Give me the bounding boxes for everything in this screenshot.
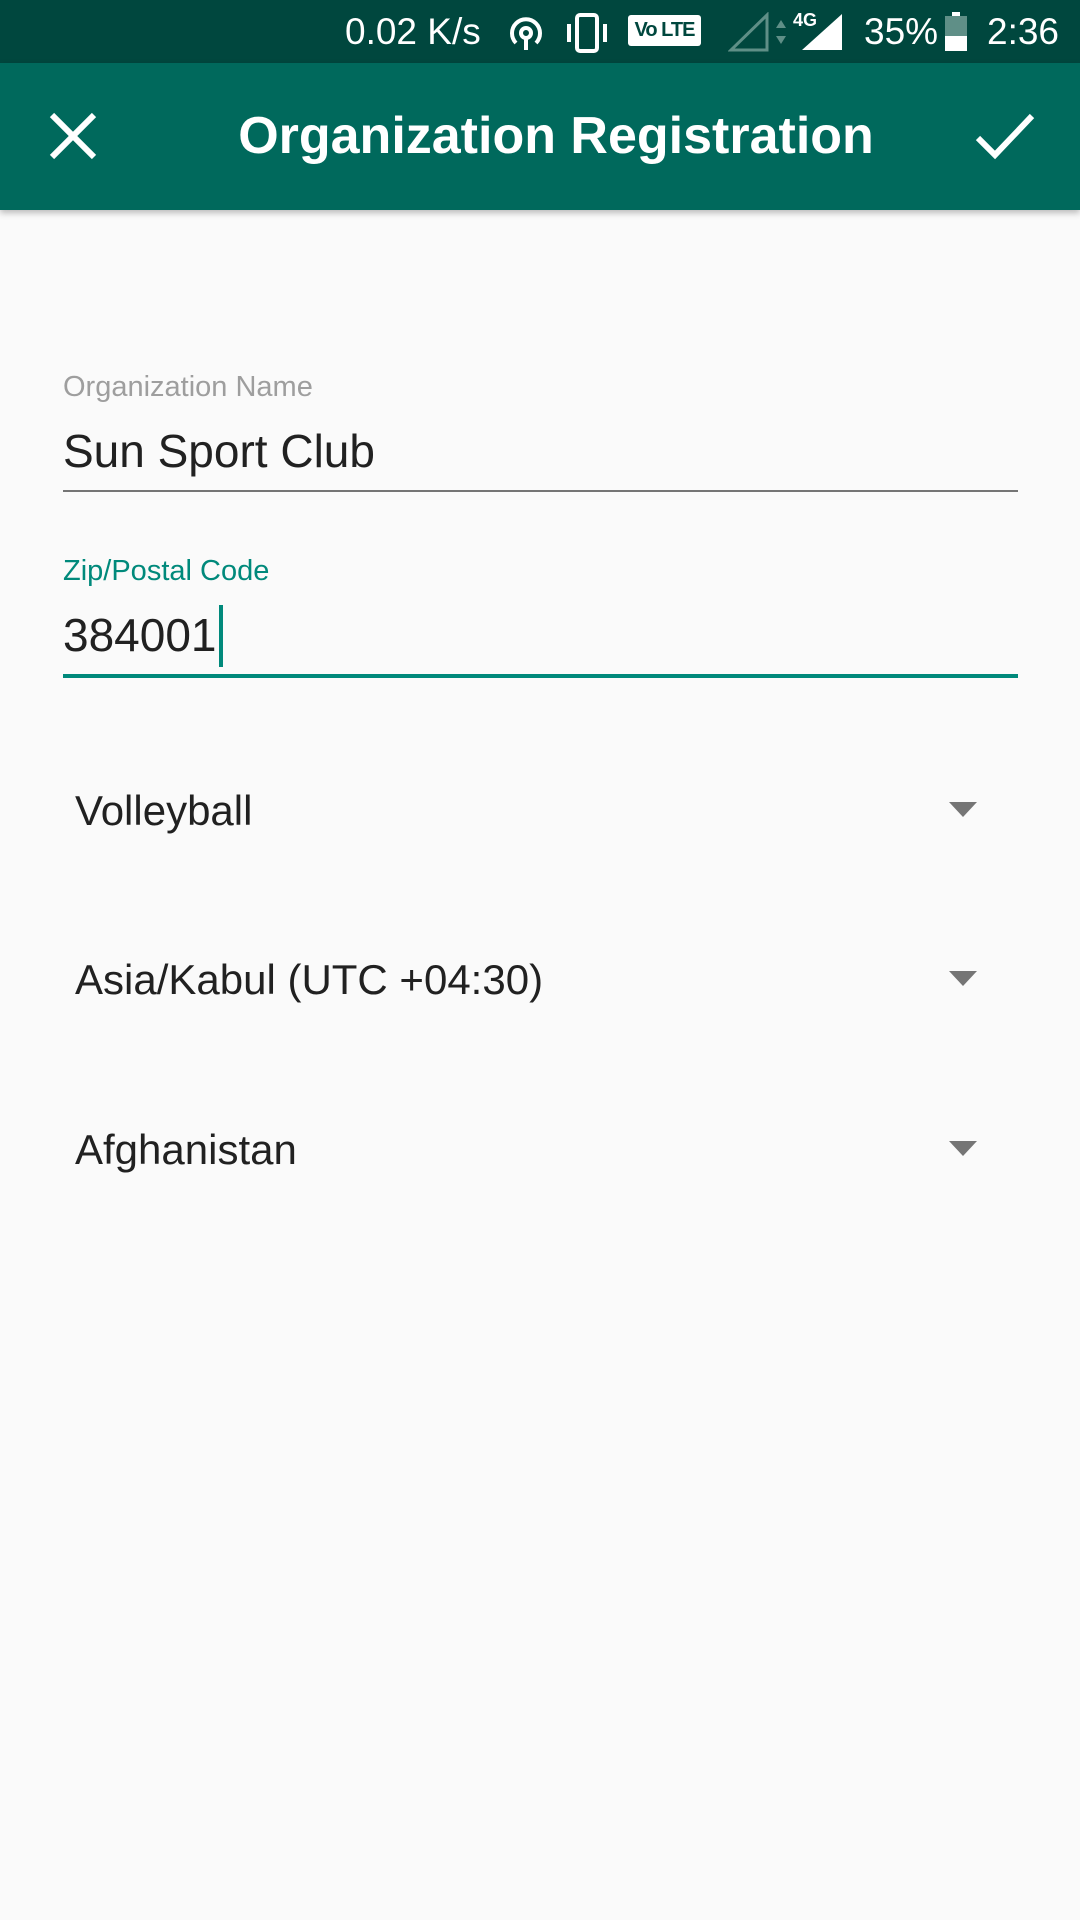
- country-dropdown[interactable]: Afghanistan: [63, 1095, 1018, 1205]
- organization-name-input[interactable]: Sun Sport Club: [63, 424, 1018, 478]
- dropdown-arrow-icon: [949, 1141, 977, 1156]
- page-title: Organization Registration: [238, 107, 874, 165]
- signal-empty-icon: [728, 12, 769, 52]
- close-icon: [49, 112, 97, 160]
- clock: 2:36: [987, 11, 1060, 52]
- organization-name-label: Organization Name: [63, 371, 313, 403]
- network-speed: 0.02 K/s: [345, 11, 481, 52]
- zip-code-underline: [63, 674, 1018, 678]
- zip-code-field[interactable]: Zip/Postal Code 384001: [63, 554, 1018, 678]
- battery-icon: [945, 12, 967, 51]
- dropdown-arrow-icon: [949, 802, 977, 817]
- sport-dropdown[interactable]: Volleyball: [63, 756, 1018, 866]
- save-button[interactable]: [960, 91, 1050, 181]
- text-cursor: [218, 605, 223, 667]
- organization-name-field[interactable]: Organization Name Sun Sport Club: [63, 370, 1018, 492]
- app-bar: Organization Registration: [0, 63, 1080, 210]
- zip-code-input[interactable]: 384001: [63, 605, 1018, 670]
- dropdown-arrow-icon: [949, 971, 977, 986]
- timezone-selected: Asia/Kabul (UTC +04:30): [75, 956, 544, 1003]
- vibrate-icon: [567, 13, 607, 53]
- country-selected: Afghanistan: [75, 1126, 297, 1173]
- data-arrows-icon: [776, 20, 786, 44]
- volte-badge: Vo LTE: [628, 15, 701, 46]
- sport-selected: Volleyball: [75, 787, 253, 834]
- timezone-dropdown[interactable]: Asia/Kabul (UTC +04:30): [63, 925, 1018, 1035]
- hotspot-icon: [510, 17, 542, 50]
- organization-name-underline: [63, 490, 1018, 492]
- check-icon: [975, 113, 1035, 160]
- close-button[interactable]: [28, 91, 118, 181]
- status-bar: 0.02 K/s Vo LTE 4G 35% 2:36: [0, 0, 1080, 63]
- battery-percent: 35%: [864, 11, 939, 52]
- zip-code-value: 384001: [63, 609, 217, 662]
- zip-code-label: Zip/Postal Code: [63, 555, 270, 587]
- signal-icon: [802, 14, 842, 50]
